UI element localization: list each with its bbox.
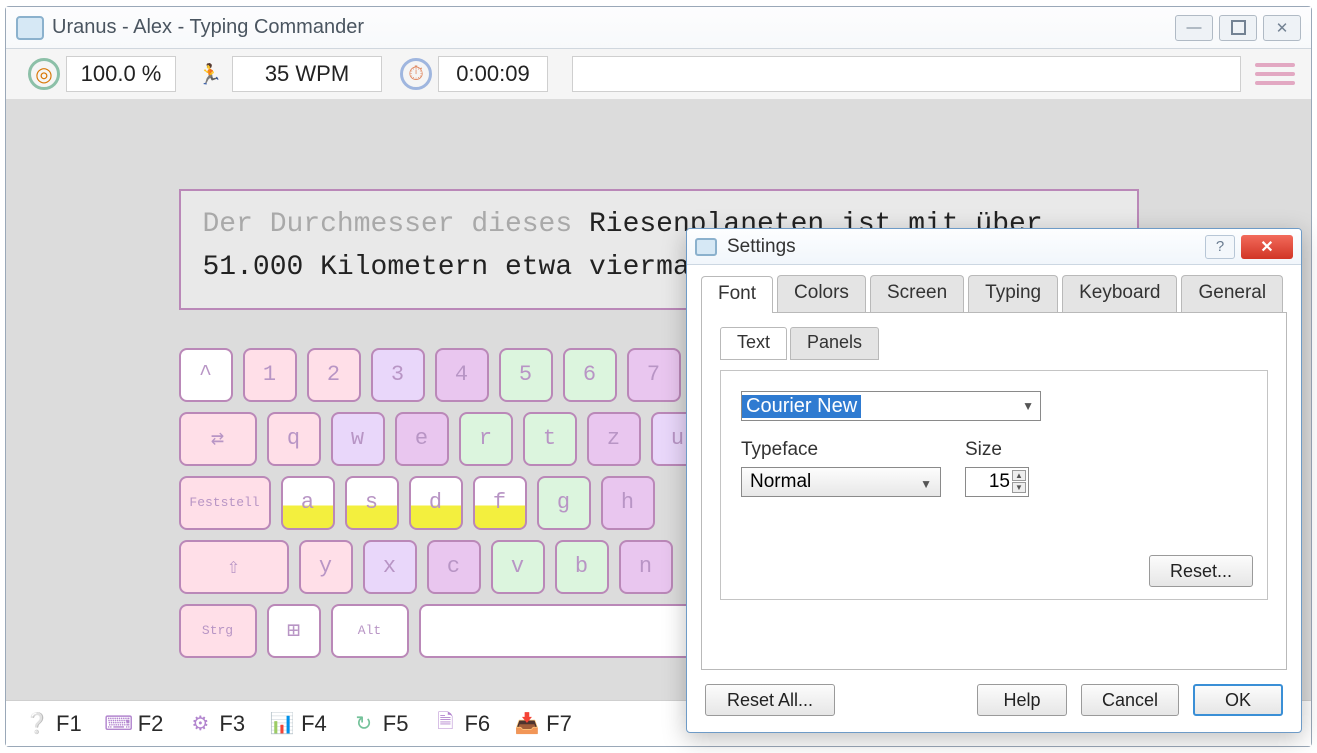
typed-text: Der Durchmesser dieses: [203, 209, 589, 240]
window-title: Uranus - Alex - Typing Commander: [52, 16, 1175, 39]
f2-keyboard[interactable]: ⌨F2: [106, 711, 164, 737]
f7-tray[interactable]: 📥F7: [514, 711, 572, 737]
accuracy-value: 100.0 %: [66, 56, 176, 92]
tab-screen[interactable]: Screen: [870, 275, 964, 312]
key-caret[interactable]: ^: [179, 348, 233, 402]
dialog-titlebar: Settings ? ✕: [687, 229, 1301, 265]
reset-button[interactable]: Reset...: [1149, 555, 1253, 587]
key-ctrl[interactable]: Strg: [179, 604, 257, 658]
key-h[interactable]: h: [601, 476, 655, 530]
key-a[interactable]: a: [281, 476, 335, 530]
pending-text-line2: 51.000 Kilometern etwa vierma: [203, 252, 690, 283]
settings-dialog: Settings ? ✕ Font Colors Screen Typing K…: [686, 228, 1302, 733]
key-4[interactable]: 4: [435, 348, 489, 402]
ok-button[interactable]: OK: [1193, 684, 1283, 716]
key-r[interactable]: r: [459, 412, 513, 466]
f3-settings[interactable]: ⚙F3: [187, 711, 245, 737]
dialog-close-button[interactable]: ✕: [1241, 235, 1293, 259]
key-s[interactable]: s: [345, 476, 399, 530]
dialog-help-button[interactable]: ?: [1205, 235, 1235, 259]
font-tab-pane: Text Panels Courier New ▼ Typeface Norma…: [701, 313, 1287, 670]
key-x[interactable]: x: [363, 540, 417, 594]
help-icon: ❔: [24, 711, 50, 737]
key-d[interactable]: d: [409, 476, 463, 530]
spin-down-icon[interactable]: ▼: [1012, 482, 1026, 493]
titlebar: Uranus - Alex - Typing Commander — ✕: [6, 7, 1311, 49]
tab-keyboard[interactable]: Keyboard: [1062, 275, 1177, 312]
typeface-combo[interactable]: Normal ▼: [741, 467, 941, 497]
key-2[interactable]: 2: [307, 348, 361, 402]
tab-general[interactable]: General: [1181, 275, 1283, 312]
dialog-app-icon: [695, 238, 717, 256]
key-c[interactable]: c: [427, 540, 481, 594]
key-capslock[interactable]: Feststell: [179, 476, 271, 530]
key-v[interactable]: v: [491, 540, 545, 594]
key-q[interactable]: q: [267, 412, 321, 466]
spin-up-icon[interactable]: ▲: [1012, 470, 1026, 481]
font-size-value: 15: [989, 471, 1010, 493]
timer-value: 0:00:09: [438, 56, 548, 92]
key-t[interactable]: t: [523, 412, 577, 466]
keyboard-icon: ⌨: [106, 711, 132, 737]
font-family-value: Courier New: [742, 395, 861, 418]
key-tab[interactable]: ⇄: [179, 412, 257, 466]
help-button[interactable]: Help: [977, 684, 1067, 716]
tab-colors[interactable]: Colors: [777, 275, 866, 312]
stats-bar: ◎ 100.0 % 🏃 35 WPM ⏱ 0:00:09: [6, 49, 1311, 99]
key-1[interactable]: 1: [243, 348, 297, 402]
key-n[interactable]: n: [619, 540, 673, 594]
dialog-title: Settings: [723, 236, 1205, 258]
key-w[interactable]: w: [331, 412, 385, 466]
key-b[interactable]: b: [555, 540, 609, 594]
chart-icon: 📊: [269, 711, 295, 737]
f6-document[interactable]: 🗎F6: [432, 711, 490, 737]
subtab-panels[interactable]: Panels: [790, 327, 879, 360]
reset-all-button[interactable]: Reset All...: [705, 684, 835, 716]
key-7[interactable]: 7: [627, 348, 681, 402]
typeface-label: Typeface: [741, 439, 941, 461]
key-y[interactable]: y: [299, 540, 353, 594]
f4-stats[interactable]: 📊F4: [269, 711, 327, 737]
hamburger-menu[interactable]: [1255, 58, 1295, 90]
accuracy-icon: ◎: [28, 58, 60, 90]
progress-bar: [572, 56, 1241, 92]
font-text-pane: Courier New ▼ Typeface Normal ▼ Size: [720, 370, 1268, 600]
subtab-text[interactable]: Text: [720, 327, 787, 360]
document-icon: 🗎: [432, 711, 458, 737]
tray-icon: 📥: [514, 711, 540, 737]
f5-refresh[interactable]: ↻F5: [351, 711, 409, 737]
gear-icon: ⚙: [187, 711, 213, 737]
key-f[interactable]: f: [473, 476, 527, 530]
minimize-button[interactable]: —: [1175, 15, 1213, 41]
chevron-down-icon: ▼: [1022, 399, 1034, 413]
cancel-button[interactable]: Cancel: [1081, 684, 1179, 716]
tab-typing[interactable]: Typing: [968, 275, 1058, 312]
close-button[interactable]: ✕: [1263, 15, 1301, 41]
key-alt[interactable]: Alt: [331, 604, 409, 658]
key-3[interactable]: 3: [371, 348, 425, 402]
font-size-spinner[interactable]: 15 ▲▼: [965, 467, 1029, 497]
size-label: Size: [965, 439, 1029, 461]
key-z[interactable]: z: [587, 412, 641, 466]
dialog-button-row: Reset All... Help Cancel OK: [701, 670, 1287, 732]
font-family-combo[interactable]: Courier New ▼: [741, 391, 1041, 421]
speed-icon: 🏃: [194, 58, 226, 90]
key-shift[interactable]: ⇧: [179, 540, 289, 594]
settings-tabs: Font Colors Screen Typing Keyboard Gener…: [701, 275, 1287, 313]
key-windows[interactable]: ⊞: [267, 604, 321, 658]
key-6[interactable]: 6: [563, 348, 617, 402]
typeface-value: Normal: [750, 471, 811, 493]
maximize-button[interactable]: [1219, 15, 1257, 41]
key-g[interactable]: g: [537, 476, 591, 530]
f1-help[interactable]: ❔F1: [24, 711, 82, 737]
wpm-value: 35 WPM: [232, 56, 382, 92]
key-e[interactable]: e: [395, 412, 449, 466]
key-5[interactable]: 5: [499, 348, 553, 402]
app-icon: [16, 16, 44, 40]
timer-icon: ⏱: [400, 58, 432, 90]
tab-font[interactable]: Font: [701, 276, 773, 313]
refresh-icon: ↻: [351, 711, 377, 737]
chevron-down-icon: ▼: [920, 477, 932, 491]
